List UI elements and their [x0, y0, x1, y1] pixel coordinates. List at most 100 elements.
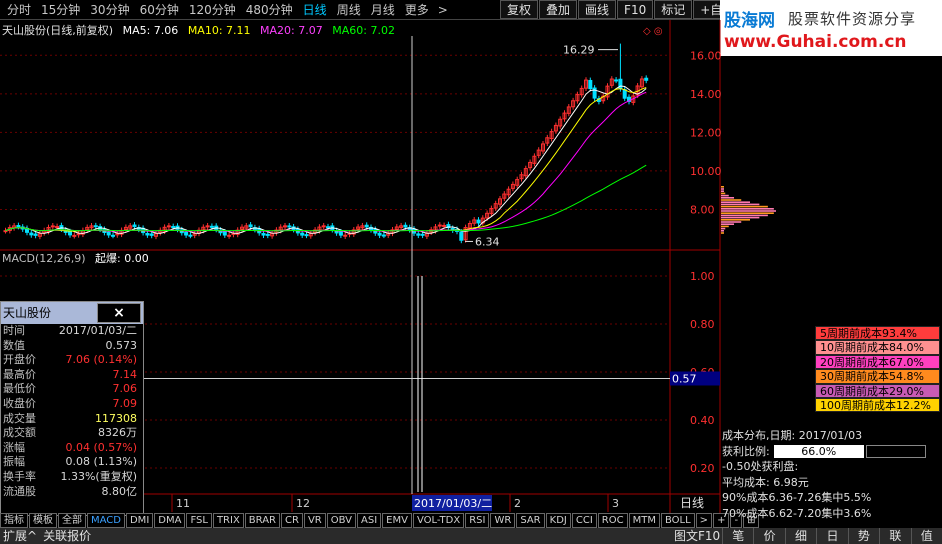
right-tab[interactable]: 细 [784, 528, 816, 544]
price-tick-label: 8.00 [690, 203, 715, 216]
info-label: 收盘价 [3, 396, 36, 410]
cost-distribution-legend: 5周期前成本93.4% 10周期前成本84.0% 20周期前成本67.0% 30周期前… [815, 326, 940, 428]
candle-body [420, 233, 425, 236]
candle-body [132, 224, 137, 228]
cost-profile-bar [721, 221, 742, 223]
candle-body [171, 226, 176, 229]
cost-70: 70%成本6.62-7.20集中3.6% [722, 506, 872, 520]
indicator-tab[interactable]: VR [303, 513, 326, 528]
candle-body [377, 232, 382, 236]
quote-info-popup[interactable]: 天山股份 × 时间 2017/01/03/二 数值 0.573 开盘价 7.06 (0.1… [0, 301, 144, 516]
expand-button[interactable]: 扩展^ [0, 528, 40, 544]
profit-input[interactable] [865, 445, 926, 458]
candle-body [261, 233, 266, 236]
macd-tick-label: 0.40 [690, 414, 715, 427]
right-tab[interactable]: 联 [879, 528, 910, 544]
indicator-tab[interactable]: DMI [125, 513, 154, 528]
indicator-tab[interactable]: SAR [516, 513, 545, 528]
ma60-label: MA60: 7.02 [332, 24, 395, 37]
indicator-tab[interactable]: FSL [186, 513, 212, 528]
macd-signal-label: 起爆: 0.00 [95, 252, 149, 265]
indicator-tab[interactable]: DMA [154, 513, 186, 528]
info-value: 7.09 [112, 396, 138, 410]
profit-value: 66.0% [773, 444, 864, 458]
indicator-tab[interactable]: 模板 [29, 513, 57, 528]
indicator-tab[interactable]: RSI [465, 513, 490, 528]
indicator-tab[interactable]: EMV [382, 513, 412, 528]
indicator-tab[interactable]: BRAR [244, 513, 280, 528]
related-quote-button[interactable]: 关联报价 [40, 528, 94, 544]
info-row: 成交量 117308 [1, 412, 143, 427]
candle-body [209, 225, 214, 228]
right-tab[interactable]: 价 [753, 528, 784, 544]
indicator-tab[interactable]: TRIX [212, 513, 244, 528]
candle-body [111, 234, 115, 237]
candle-body [166, 225, 171, 228]
candle-body [459, 231, 464, 241]
info-row: 最低价 7.06 [1, 382, 143, 397]
indicator-tab[interactable]: 指标 [0, 513, 28, 528]
cost-row: 100周期前成本12.2% [815, 397, 940, 413]
candle-body [343, 234, 348, 237]
close-button[interactable]: × [97, 303, 141, 323]
date-tick-label: 3 [612, 497, 619, 510]
cost-profile-bar [721, 230, 724, 232]
candle-body [50, 225, 55, 228]
candle-body [476, 219, 481, 224]
ma-legend: 天山股份(日线,前复权) MA5: 7.06 MA10: 7.11 MA20: … [2, 22, 401, 38]
candle-body [364, 224, 369, 228]
macd-tick-label: 0.20 [690, 462, 715, 475]
right-tab[interactable]: 势 [847, 528, 879, 544]
candle-body [381, 234, 386, 237]
indicator-tab[interactable]: MTM [628, 513, 660, 528]
cost-profile-bar [721, 216, 760, 219]
info-label: 流通股 [3, 484, 36, 498]
candle-body [416, 233, 421, 236]
right-tab[interactable]: 日 [816, 528, 847, 544]
high-annotation: 16.29 [563, 44, 595, 57]
indicator-tab[interactable]: OBV [326, 513, 356, 528]
cost-row: 20周期前成本67.0% [815, 354, 940, 370]
low-annotation: 6.34 [475, 235, 500, 248]
candle-body [265, 233, 270, 236]
info-row: 流通股 8.80亿 [1, 485, 143, 500]
avg-cost: 平均成本: 6.98元 [722, 475, 809, 489]
right-tab[interactable]: 值 [910, 528, 942, 544]
candle-body [287, 225, 292, 228]
indicator-tab[interactable]: ASI [357, 513, 382, 528]
info-label: 最低价 [3, 382, 36, 396]
indicator-tab[interactable]: VOL-TDX [412, 513, 465, 528]
candle-body [304, 234, 309, 237]
right-tab[interactable]: 笔 [722, 528, 753, 544]
indicator-tab[interactable]: WR [490, 513, 516, 528]
indicator-tab[interactable]: BOLL [660, 513, 695, 528]
stock-name-label: 天山股份(日线,前复权) [2, 24, 114, 37]
indicator-tab[interactable]: CR [281, 513, 303, 528]
info-value: 7.14 [112, 367, 138, 381]
indicator-tab[interactable]: > [695, 513, 713, 528]
cost-profile-bar [721, 208, 774, 210]
candle-body [618, 78, 623, 90]
indicator-tab[interactable]: KDJ [545, 513, 571, 528]
indicator-tab[interactable]: ROC [597, 513, 628, 528]
candle-body [300, 232, 305, 236]
f10-button[interactable]: 图文F10 [671, 528, 723, 544]
candle-body [68, 231, 72, 236]
info-value: 8.80亿 [101, 484, 138, 498]
cost-profile-bar [721, 227, 726, 230]
candle-body [33, 233, 38, 236]
right-panel-tabs: 笔价细日势联值 [722, 528, 942, 544]
ma10-label: MA10: 7.11 [187, 24, 251, 37]
candle-body [145, 233, 150, 236]
info-row: 涨幅 0.04 (0.57%) [1, 441, 143, 456]
indicator-tab[interactable]: CCI [571, 513, 597, 528]
info-row: 开盘价 7.06 (0.14%) [1, 353, 143, 368]
indicator-tab[interactable]: 全部 [58, 513, 86, 528]
indicator-tab[interactable]: MACD [87, 513, 125, 528]
candle-body [248, 224, 253, 228]
info-label: 涨幅 [3, 440, 25, 454]
info-label: 开盘价 [3, 353, 36, 367]
info-label: 最高价 [3, 367, 36, 381]
macd-legend: MACD(12,26,9) 起爆: 0.00 [2, 250, 149, 266]
candle-body [338, 231, 343, 236]
